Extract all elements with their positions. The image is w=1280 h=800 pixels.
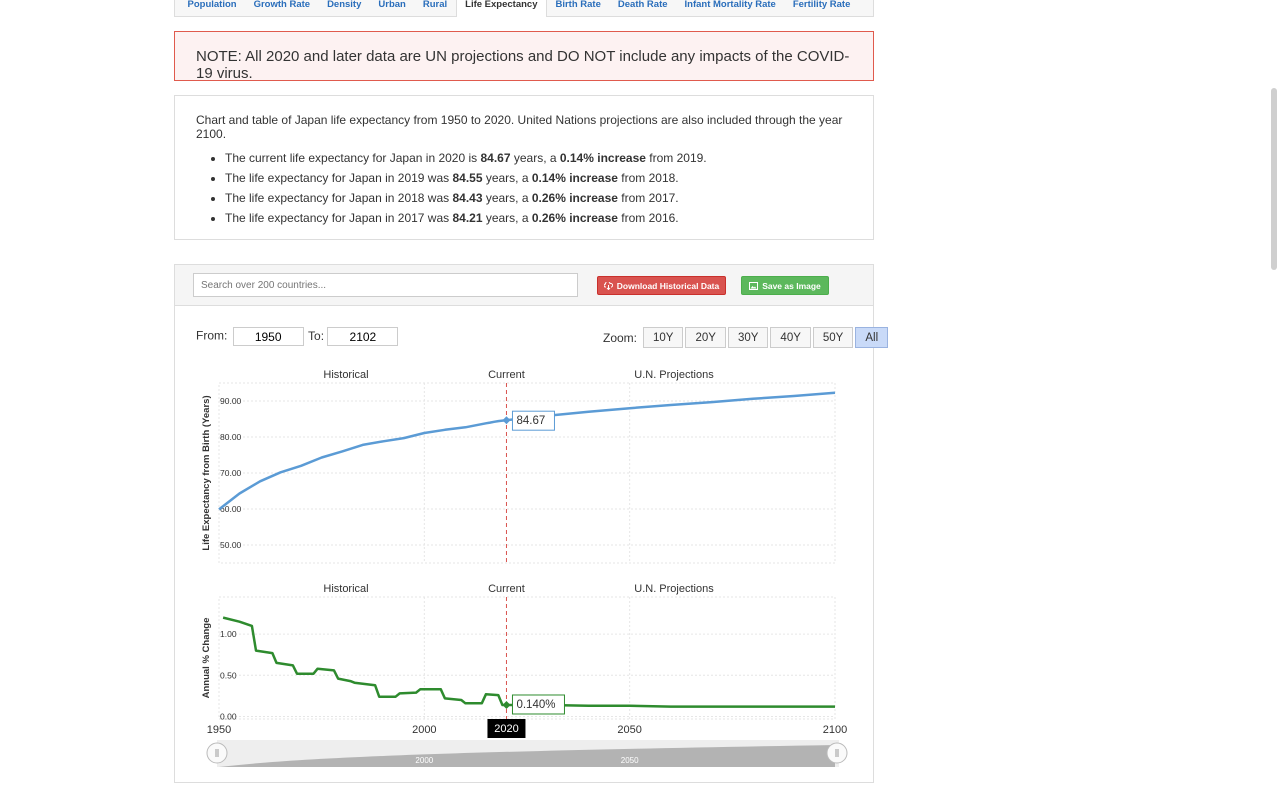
tab-death-rate[interactable]: Death Rate (609, 0, 676, 9)
summary-mid: years, a (482, 191, 532, 205)
tab-infant-mortality-rate[interactable]: Infant Mortality Rate (676, 0, 784, 9)
tab-rural[interactable]: Rural (414, 0, 455, 9)
save-image-label: Save as Image (762, 280, 821, 291)
summary-intro: Chart and table of Japan life expectancy… (196, 113, 843, 141)
tab-urban[interactable]: Urban (370, 0, 414, 9)
zoom-controls: Zoom: 10Y 20Y 30Y 40Y 50Y All (603, 327, 889, 348)
country-search-input[interactable] (193, 273, 578, 297)
from-year-input[interactable] (232, 327, 304, 346)
summary-item: The life expectancy for Japan in 2018 wa… (225, 191, 852, 206)
zoom-30y-button[interactable]: 30Y (727, 327, 769, 348)
covid-note: NOTE: All 2020 and later data are UN pro… (174, 31, 874, 82)
summary-pre: The life expectancy for Japan in 2019 wa… (225, 171, 453, 185)
summary-panel: Chart and table of Japan life expectancy… (174, 95, 874, 240)
chart-panel: Download Historical Data Save as Image F… (174, 264, 889, 783)
download-label: Download Historical Data (616, 280, 720, 291)
page-scrollbar[interactable] (1271, 88, 1277, 270)
summary-value: 84.67 (480, 151, 511, 165)
picture-icon (749, 281, 759, 290)
summary-post: from 2016. (617, 211, 679, 225)
summary-pct: 0.26% increase (531, 211, 618, 225)
summary-pre: The current life expectancy for Japan in… (225, 151, 481, 165)
cloud-download-icon (603, 281, 613, 290)
zoom-10y-button[interactable]: 10Y (643, 327, 684, 348)
summary-pre: The life expectancy for Japan in 2017 wa… (225, 211, 453, 225)
summary-pct: 0.26% increase (531, 191, 618, 205)
summary-pct: 0.14% increase (559, 151, 646, 165)
summary-post: from 2019. (645, 151, 707, 165)
summary-value: 84.55 (452, 171, 483, 185)
summary-pre: The life expectancy for Japan in 2018 wa… (225, 191, 453, 205)
summary-value: 84.21 (452, 211, 483, 225)
summary-mid: years, a (482, 171, 532, 185)
year-range: From: To: (196, 327, 399, 346)
summary-pct: 0.14% increase (531, 171, 618, 185)
tab-density[interactable]: Density (319, 0, 370, 9)
tab-fertility-rate[interactable]: Fertility Rate (784, 0, 859, 9)
summary-value: 84.43 (452, 191, 483, 205)
summary-post: from 2017. (617, 191, 679, 205)
tab-bar: Population Growth Rate Density Urban Rural Li… (174, 0, 874, 17)
zoom-label: Zoom: (603, 330, 638, 345)
zoom-50y-button[interactable]: 50Y (812, 327, 854, 348)
from-label: From: (196, 328, 228, 343)
download-historical-data-button[interactable]: Download Historical Data (597, 276, 726, 295)
summary-list: The current life expectancy for Japan in… (196, 151, 852, 226)
tab-growth-rate[interactable]: Growth Rate (245, 0, 318, 9)
save-as-image-button[interactable]: Save as Image (741, 276, 829, 295)
summary-item: The life expectancy for Japan in 2019 wa… (225, 171, 852, 186)
tab-population[interactable]: Population (179, 0, 245, 9)
summary-mid: years, a (510, 151, 560, 165)
tab-life-expectancy[interactable]: Life Expectancy (455, 0, 547, 17)
summary-item: The current life expectancy for Japan in… (225, 151, 852, 166)
summary-mid: years, a (482, 211, 532, 225)
summary-item: The life expectancy for Japan in 2017 wa… (225, 211, 852, 226)
to-label: To: (308, 328, 325, 343)
zoom-40y-button[interactable]: 40Y (770, 327, 811, 348)
zoom-all-button[interactable]: All (855, 327, 889, 348)
zoom-20y-button[interactable]: 20Y (685, 327, 726, 348)
summary-post: from 2018. (617, 171, 679, 185)
tab-birth-rate[interactable]: Birth Rate (547, 0, 609, 9)
chart-toolbar: Download Historical Data Save as Image (175, 265, 873, 306)
to-year-input[interactable] (327, 327, 399, 346)
